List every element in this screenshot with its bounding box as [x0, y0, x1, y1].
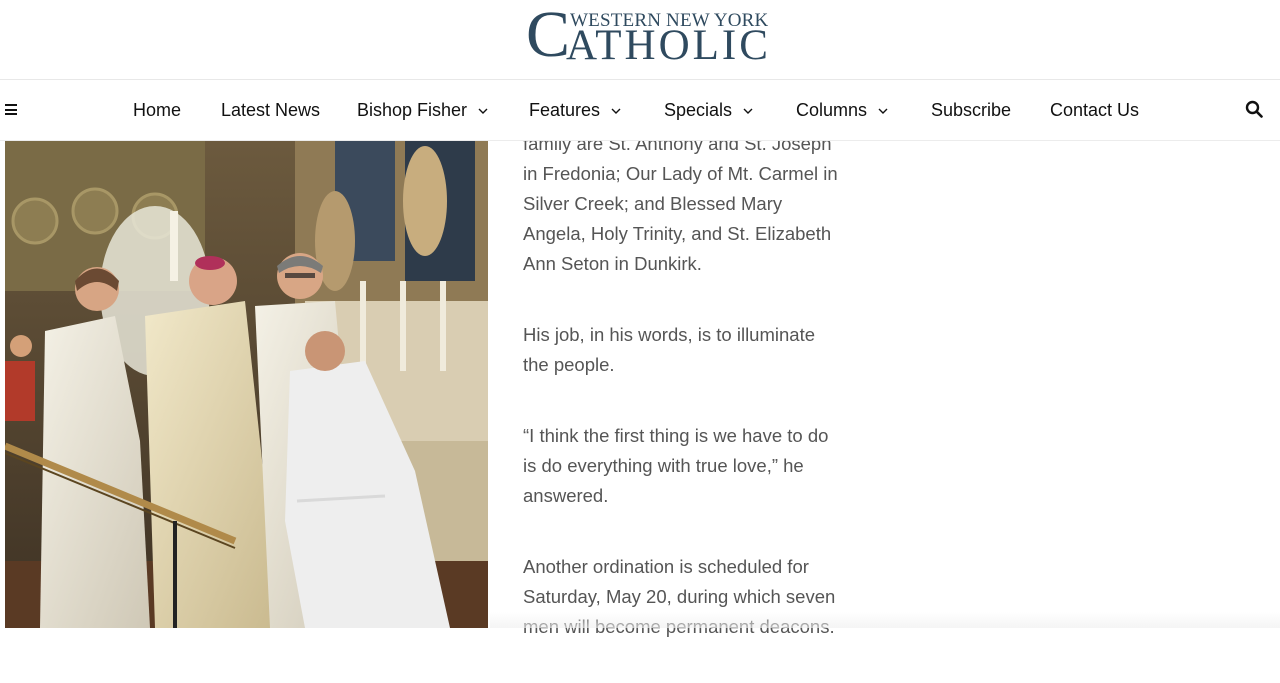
nav-item-label: Subscribe	[931, 100, 1012, 120]
nav-item-specials[interactable]: Specials	[664, 99, 753, 121]
nav-item-label: Bishop Fisher	[357, 100, 468, 120]
article-paragraph: “I think the first thing is we have to d…	[523, 425, 829, 506]
chevron-down-icon	[478, 108, 488, 115]
chevron-down-icon	[878, 108, 888, 115]
article-photo	[5, 141, 488, 628]
article-body: family are St. Anthony and St. Joseph in…	[523, 129, 843, 683]
nav-item-subscribe[interactable]: Subscribe	[931, 99, 1011, 121]
chevron-down-icon	[743, 108, 753, 115]
chevron-down-icon	[611, 108, 621, 115]
logo-initial: C	[526, 0, 571, 71]
main-nav: Home Latest News Bishop Fisher Features …	[0, 80, 1280, 141]
nav-item-home[interactable]: Home	[133, 99, 181, 121]
nav-item-contact-us[interactable]: Contact Us	[1050, 99, 1139, 121]
article-paragraph: Another ordination is scheduled for Satu…	[523, 556, 836, 637]
article-paragraph: His job, in his words, is to illuminate …	[523, 324, 815, 375]
nav-item-label: Home	[133, 100, 182, 120]
nav-item-label: Columns	[796, 100, 868, 120]
logo-bottom-line: ATHOLIC	[566, 22, 771, 69]
nav-item-latest-news[interactable]: Latest News	[221, 99, 320, 121]
nav-item-features[interactable]: Features	[529, 99, 621, 121]
hamburger-icon[interactable]	[5, 104, 17, 115]
nav-item-label: Latest News	[221, 100, 321, 120]
nav-item-label: Specials	[664, 100, 733, 120]
nav-item-columns[interactable]: Columns	[796, 99, 888, 121]
site-logo[interactable]: C WESTERN NEW YORK ATHOLIC	[526, 2, 768, 70]
nav-item-label: Features	[529, 100, 601, 120]
nav-item-bishop-fisher[interactable]: Bishop Fisher	[357, 99, 488, 121]
nav-item-label: Contact Us	[1050, 100, 1140, 120]
site-header: C WESTERN NEW YORK ATHOLIC	[0, 0, 1280, 80]
article-paragraph: family are St. Anthony and St. Joseph in…	[523, 133, 838, 274]
search-icon[interactable]	[1245, 100, 1263, 118]
